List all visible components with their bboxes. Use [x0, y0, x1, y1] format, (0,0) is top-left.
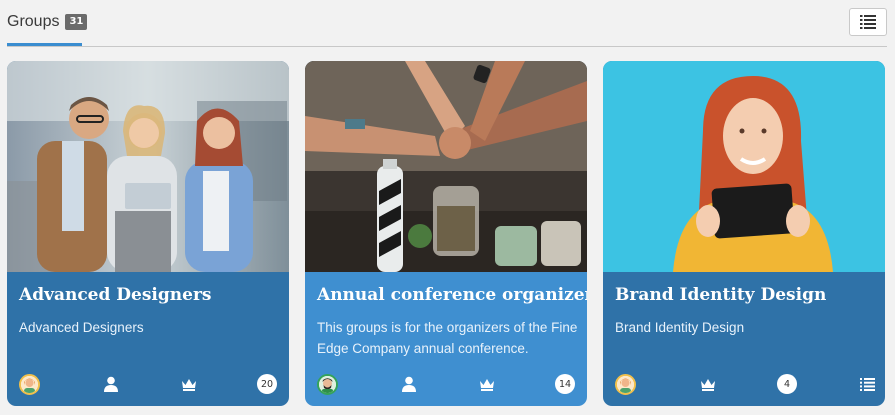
group-card-footer: 14	[305, 373, 587, 395]
group-card-footer: 20	[7, 373, 289, 395]
tab-groups[interactable]: Groups 31	[7, 9, 95, 46]
group-description: This groups is for the organizers of the…	[317, 320, 578, 356]
tab-groups-label: Groups	[7, 13, 60, 30]
member-icon[interactable]	[100, 373, 122, 395]
group-title[interactable]: Annual conference organizers	[317, 281, 587, 309]
list-view-icon	[860, 15, 876, 29]
owner-avatar-icon[interactable]	[317, 373, 338, 395]
group-cover-image	[603, 61, 885, 272]
crown-icon[interactable]	[476, 373, 498, 395]
header-divider	[7, 46, 887, 47]
owner-avatar-icon[interactable]	[19, 373, 40, 395]
group-card-annual-conference-organizers[interactable]: Annual conference organizers This groups…	[305, 61, 587, 406]
group-card-advanced-designers[interactable]: Advanced Designers Advanced Designers 20	[7, 61, 289, 406]
group-title[interactable]: Brand Identity Design	[615, 281, 877, 309]
group-cover-image	[305, 61, 587, 272]
group-description: Advanced Designers	[19, 320, 144, 335]
list-icon[interactable]	[856, 373, 878, 395]
member-count-badge[interactable]: 20	[257, 374, 278, 394]
crown-icon[interactable]	[697, 373, 719, 395]
member-count-badge[interactable]: 4	[777, 374, 797, 394]
member-icon[interactable]	[398, 373, 420, 395]
owner-avatar-icon[interactable]	[615, 373, 636, 395]
member-count-badge[interactable]: 14	[555, 374, 576, 394]
group-count-badge: 31	[65, 14, 88, 30]
group-title[interactable]: Advanced Designers	[19, 281, 281, 309]
group-description: Brand Identity Design	[615, 320, 745, 335]
groups-header: Groups 31	[0, 0, 895, 48]
crown-icon[interactable]	[178, 373, 200, 395]
group-card-brand-identity-design[interactable]: Brand Identity Design Brand Identity Des…	[603, 61, 885, 406]
group-cover-image	[7, 61, 289, 272]
group-card-footer: 4	[603, 373, 885, 395]
list-view-toggle-button[interactable]	[849, 8, 887, 36]
